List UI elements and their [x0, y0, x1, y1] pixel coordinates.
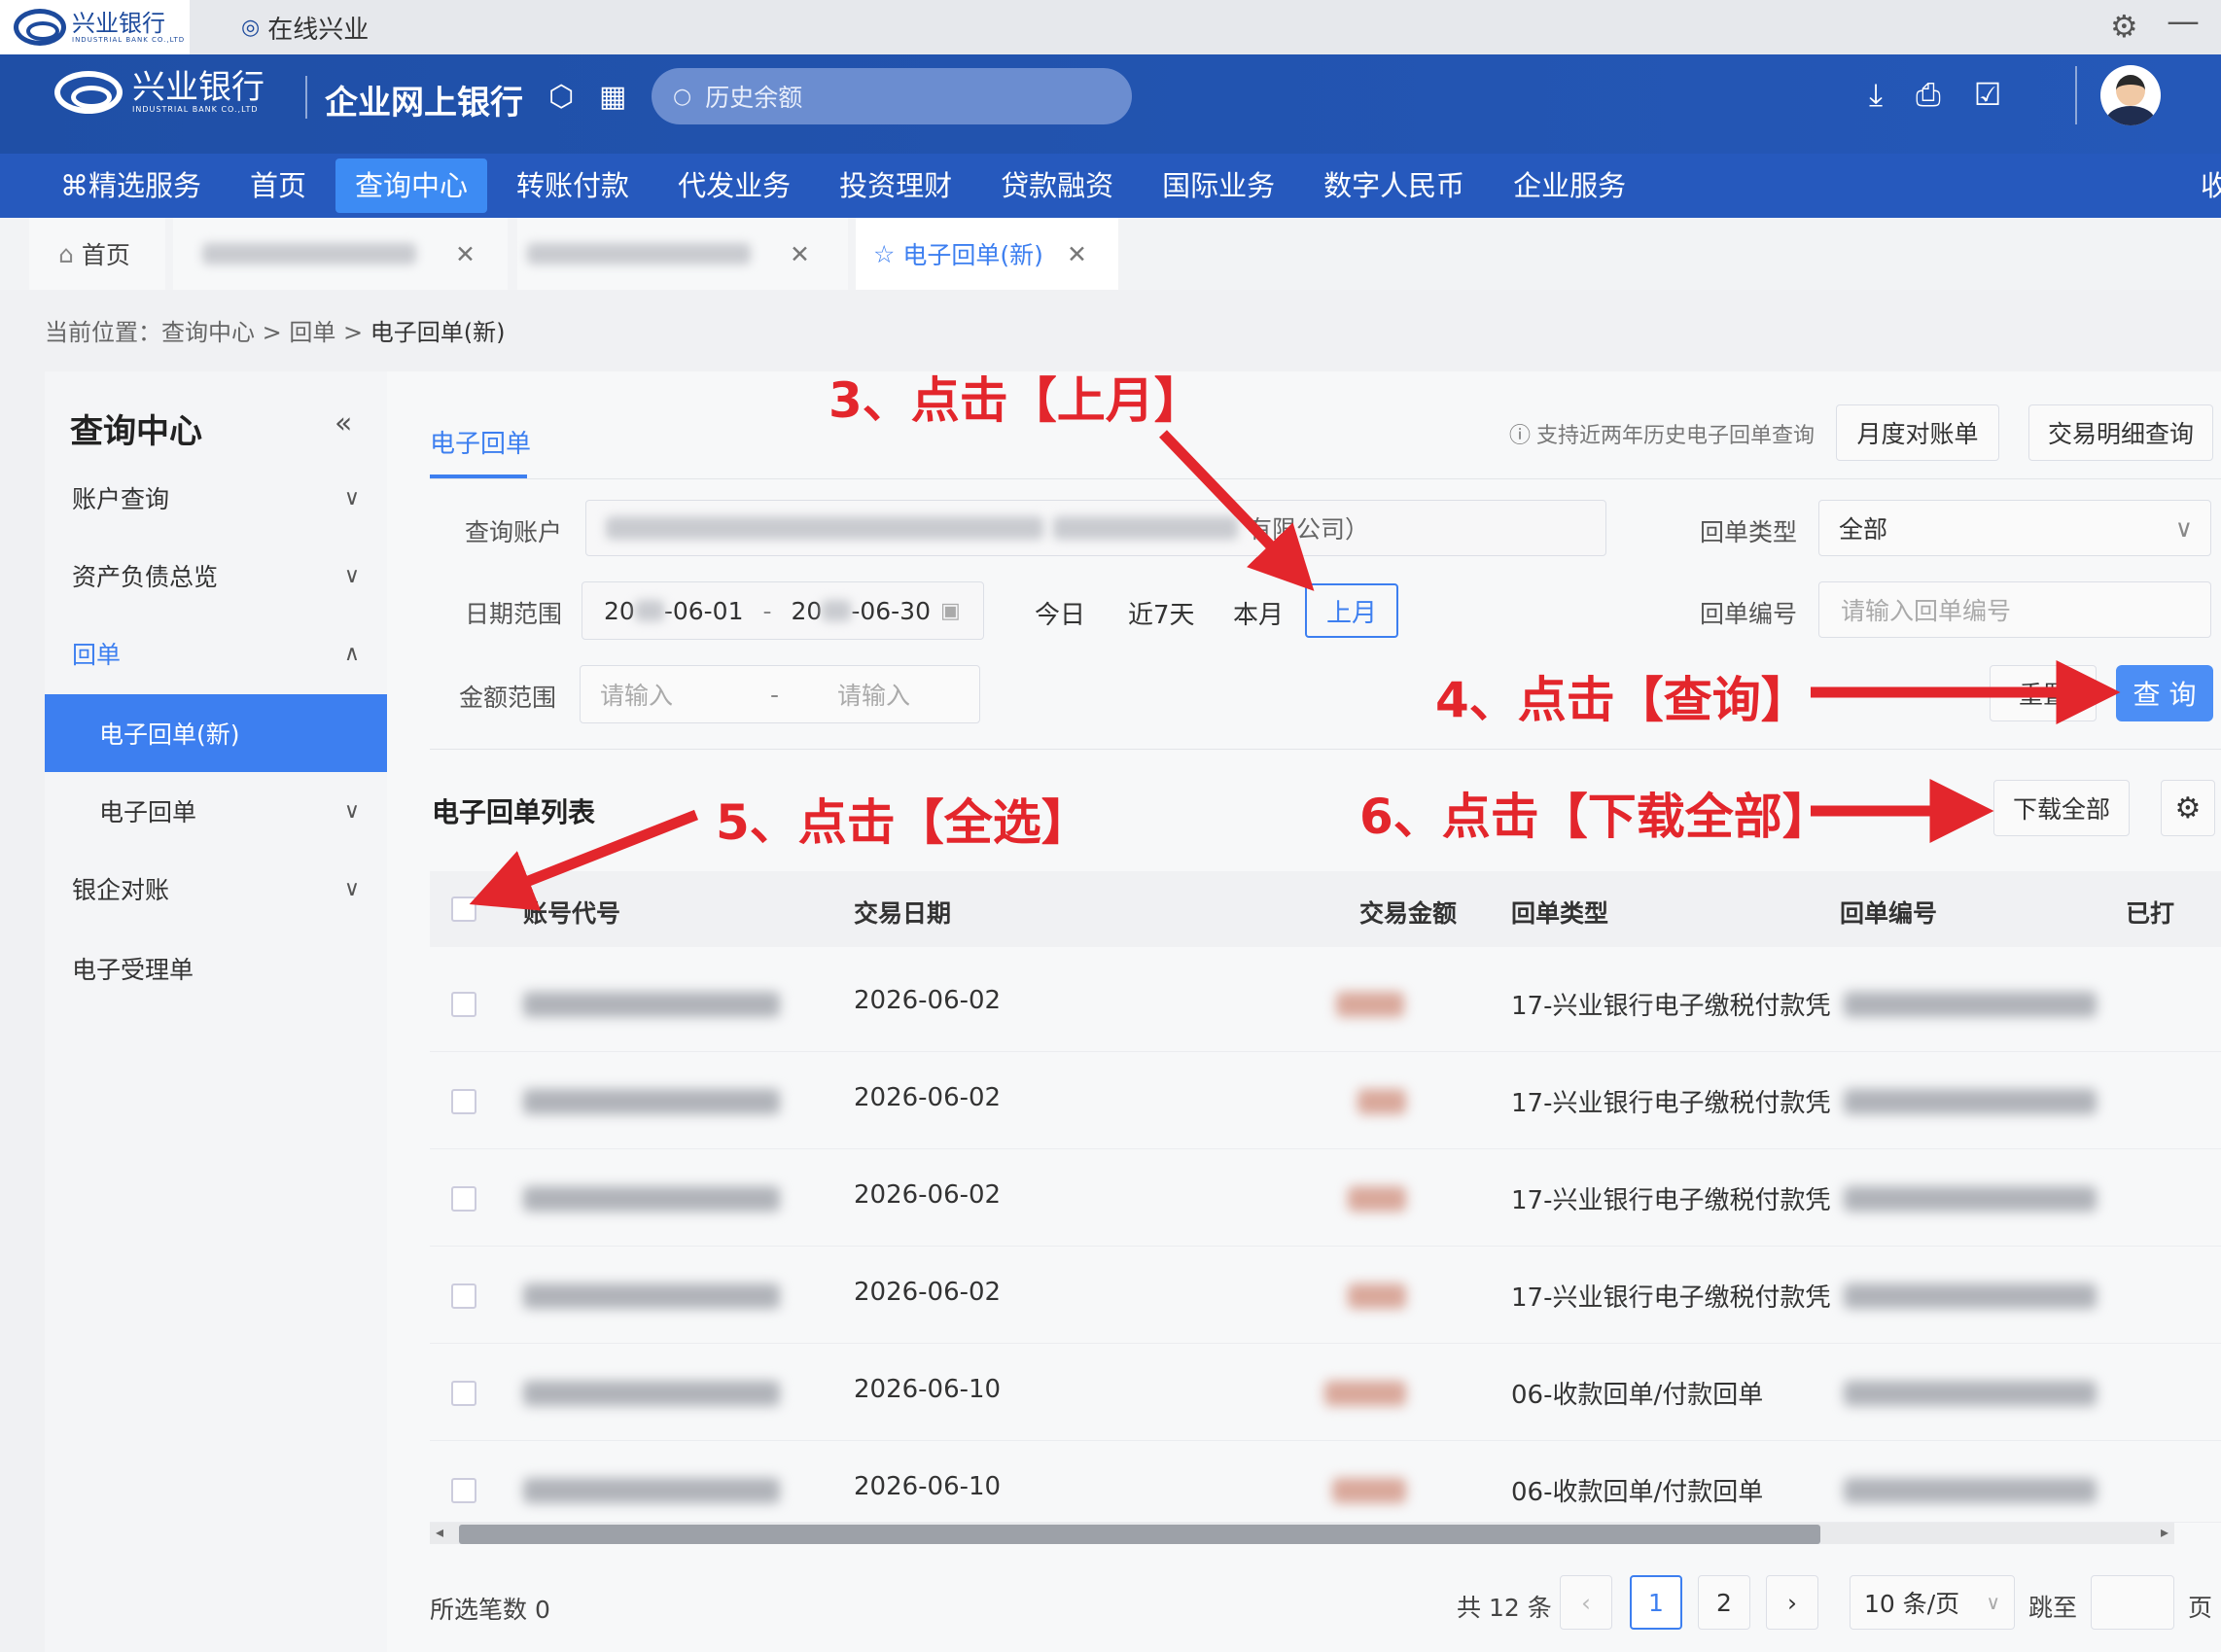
arrow-to-last-month [1159, 430, 1315, 591]
annotation-arrows [469, 430, 2121, 911]
arrow-to-select-all [469, 809, 699, 911]
